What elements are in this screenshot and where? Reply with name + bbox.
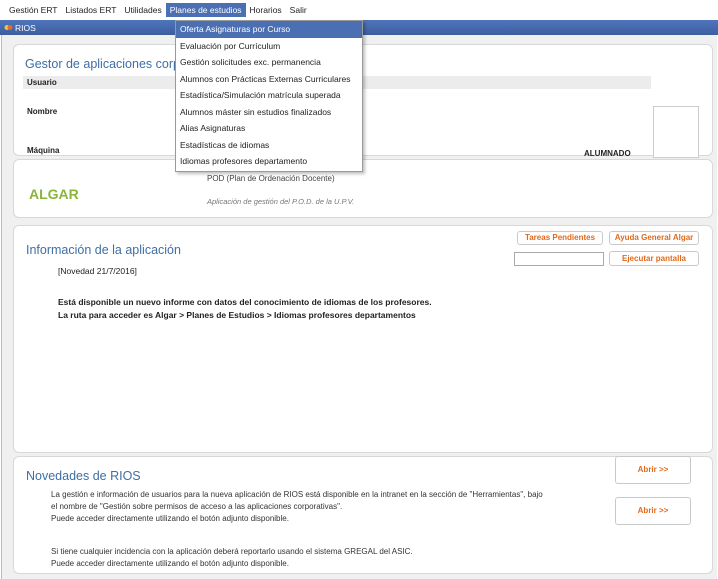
dd-estadisticas-idiomas[interactable]: Estadísticas de idiomas (176, 137, 362, 154)
info-line-2: La ruta para acceder es Algar > Planes d… (58, 310, 416, 320)
user-panel-title: Gestor de aplicaciones corp (25, 57, 180, 71)
nombre-label: Nombre (27, 107, 58, 116)
menu-listados-ert[interactable]: Listados ERT (62, 3, 121, 17)
maquina-label: Máquina (27, 146, 60, 155)
user-photo-frame (653, 106, 699, 158)
dd-gestion-solicitudes[interactable]: Gestión solicitudes exc. permanencia (176, 54, 362, 71)
abrir-permisos-button[interactable]: Abrir >> (615, 456, 691, 484)
news-panel-title: Novedades de RIOS (26, 469, 141, 483)
dd-alumnos-master[interactable]: Alumnos máster sin estudios finalizados (176, 104, 362, 121)
algar-logo-text: ALGAR (29, 186, 79, 202)
usuario-label: Usuario (27, 78, 57, 87)
menu-horarios[interactable]: Horarios (246, 3, 286, 17)
news-panel: Novedades de RIOS La gestión e informaci… (13, 456, 713, 574)
news-p1-line-3: Puede acceder directamente utilizando el… (51, 514, 289, 523)
dd-oferta-asignaturas[interactable]: Oferta Asignaturas por Curso (176, 21, 362, 38)
news-p1-line-2: el nombre de "Gestión sobre permisos de … (51, 502, 343, 511)
news-p2-line-2: Puede acceder directamente utilizando el… (51, 559, 289, 568)
menu-salir[interactable]: Salir (286, 3, 311, 17)
news-p1-line-1: La gestión e información de usuarios par… (51, 490, 543, 499)
user-panel: Gestor de aplicaciones corp Usuario Nomb… (13, 44, 713, 158)
menu-gestion-ert[interactable]: Gestión ERT (5, 3, 62, 17)
dd-alias-asignaturas[interactable]: Alias Asignaturas (176, 120, 362, 137)
info-panel-title: Información de la aplicación (26, 243, 181, 257)
user-group-label: ALUMNADO (584, 149, 631, 158)
tareas-pendientes-button[interactable]: Tareas Pendientes (517, 231, 603, 245)
algar-panel: ALGAR POD (Plan de Ordenación Docente) A… (13, 159, 713, 218)
dd-evaluacion-curriculum[interactable]: Evaluación por Currículum (176, 38, 362, 55)
news-p2-line-1: Si tiene cualquier incidencia con la apl… (51, 547, 413, 556)
menu-planes-de-estudios[interactable]: Planes de estudios (165, 3, 246, 17)
ejecutar-pantalla-button[interactable]: Ejecutar pantalla (609, 251, 699, 266)
novedad-date: [Novedad 21/7/2016] (58, 266, 137, 276)
dd-alumnos-practicas[interactable]: Alumnos con Prácticas Externas Curricula… (176, 71, 362, 88)
search-input[interactable] (514, 252, 604, 266)
menu-utilidades[interactable]: Utilidades (120, 3, 165, 17)
info-line-1: Está disponible un nuevo informe con dat… (58, 297, 432, 307)
abrir-gregal-button[interactable]: Abrir >> (615, 497, 691, 525)
pod-subtitle: Aplicación de gestión del P.O.D. de la U… (207, 197, 355, 206)
rios-app-icon (4, 23, 13, 32)
dd-idiomas-profesores[interactable]: Idiomas profesores departamento (176, 153, 362, 170)
ayuda-general-button[interactable]: Ayuda General Algar (609, 231, 699, 245)
pod-label: POD (Plan de Ordenación Docente) (207, 174, 335, 183)
window-title: RIOS (15, 22, 36, 33)
dd-estadistica-simulacion[interactable]: Estadística/Simulación matrícula superad… (176, 87, 362, 104)
menu-bar: Gestión ERT Listados ERT Utilidades Plan… (0, 0, 718, 20)
planes-dropdown-menu: Oferta Asignaturas por Curso Evaluación … (175, 20, 363, 172)
info-panel: Información de la aplicación [Novedad 21… (13, 225, 713, 453)
